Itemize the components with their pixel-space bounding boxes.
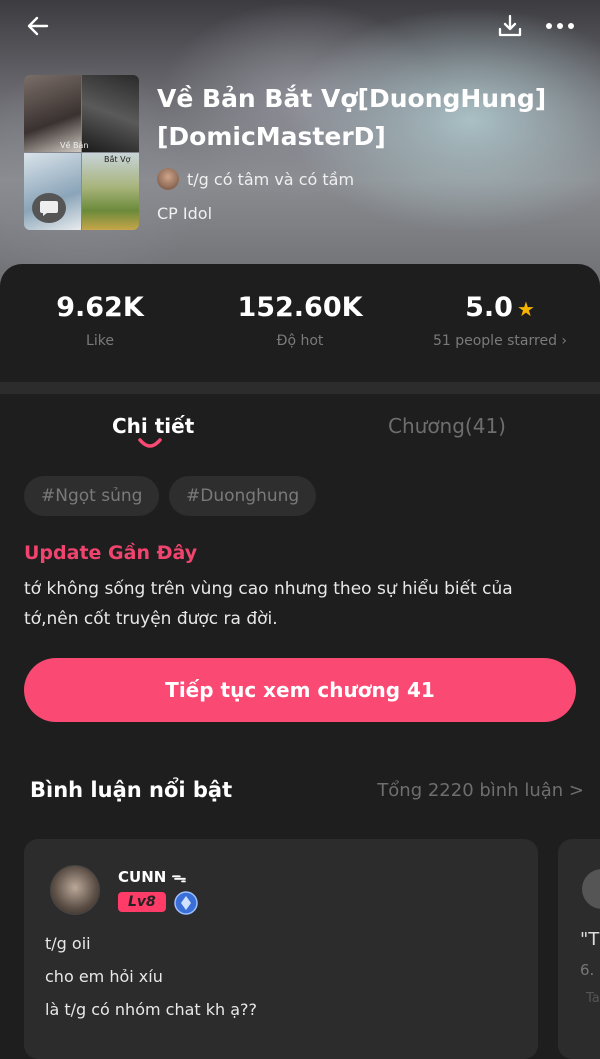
tab-chapters[interactable]: Chương(41) <box>388 414 506 438</box>
cover-text: Bắt Vợ <box>104 155 131 164</box>
author-row[interactable]: t/g có tâm và có tầm <box>157 168 354 190</box>
comments-total-link[interactable]: Tổng 2220 bình luận > <box>377 780 584 801</box>
avatar[interactable] <box>50 865 100 915</box>
rating-stat[interactable]: 5.0 ★ 51 people starred › <box>420 292 580 349</box>
active-tab-indicator <box>138 438 162 448</box>
chevron-right-icon: › <box>561 333 568 349</box>
hot-count: 152.60K <box>237 292 363 323</box>
download-icon <box>498 14 522 37</box>
like-stat: 9.62K Like <box>40 292 160 349</box>
more-icon <box>546 23 574 29</box>
comment-card[interactable]: CUNN ᯓ Lv8 t/g oii cho em hỏi xíu là t/g… <box>24 839 538 1059</box>
tab-detail[interactable]: Chi tiết <box>112 414 194 438</box>
stats-row: 9.62K Like 152.60K Độ hot 5.0 ★ 51 people… <box>0 264 600 382</box>
star-icon: ★ <box>516 297 535 321</box>
download-button[interactable] <box>492 8 528 44</box>
tag-chip[interactable]: #Duonghung <box>169 476 317 516</box>
details-panel: 9.62K Like 152.60K Độ hot 5.0 ★ 51 people… <box>0 264 600 1059</box>
section-divider <box>0 382 600 394</box>
avatar <box>582 869 600 909</box>
comment-line: Ta <box>586 991 600 1006</box>
update-text: tớ không sống trên vùng cao nhưng theo s… <box>24 579 513 629</box>
hot-stat: 152.60K Độ hot <box>220 292 380 349</box>
like-label: Like <box>86 333 114 349</box>
cover-image <box>82 75 139 152</box>
tag-chip[interactable]: #Ngọt sủng <box>24 476 160 516</box>
diamond-badge-icon <box>174 891 198 915</box>
rating-label: 51 people starred <box>432 333 557 349</box>
back-arrow-icon <box>27 16 49 36</box>
cover-image <box>82 153 139 230</box>
comment-line: "T <box>580 929 600 950</box>
author-avatar <box>157 168 179 190</box>
update-title: Update Gần Đây <box>24 542 198 564</box>
book-title: Về Bản Bắt Vợ[DuongHung][DomicMasterD] <box>157 84 547 151</box>
rating-value: 5.0 <box>465 292 513 323</box>
book-cover[interactable]: Về Bản Bắt Vợ <box>24 75 139 230</box>
author-name: t/g có tâm và có tầm <box>187 169 355 189</box>
comment-line: là t/g có nhóm chat kh ạ?? <box>45 1000 258 1019</box>
back-button[interactable] <box>20 8 56 44</box>
comment-line: t/g oii <box>45 934 91 953</box>
like-count: 9.62K <box>56 292 144 323</box>
chat-bubble-icon[interactable] <box>32 193 66 223</box>
comment-line: 6. <box>580 961 595 979</box>
comment-card[interactable]: "T 6. Ta <box>558 839 600 1059</box>
comment-text: t/g oii cho em hỏi xíu là t/g có nhóm ch… <box>45 927 257 1026</box>
hot-label: Độ hot <box>276 333 324 349</box>
cover-text: Về Bản <box>60 141 89 150</box>
commenter-name: CUNN ᯓ <box>118 868 187 886</box>
more-button[interactable] <box>542 8 578 44</box>
level-badge: Lv8 <box>118 892 166 912</box>
comments-title: Bình luận nổi bật <box>30 778 233 802</box>
continue-reading-button[interactable]: Tiếp tục xem chương 41 <box>24 658 576 722</box>
book-category: CP Idol <box>157 204 213 223</box>
comment-line: cho em hỏi xíu <box>45 967 163 986</box>
